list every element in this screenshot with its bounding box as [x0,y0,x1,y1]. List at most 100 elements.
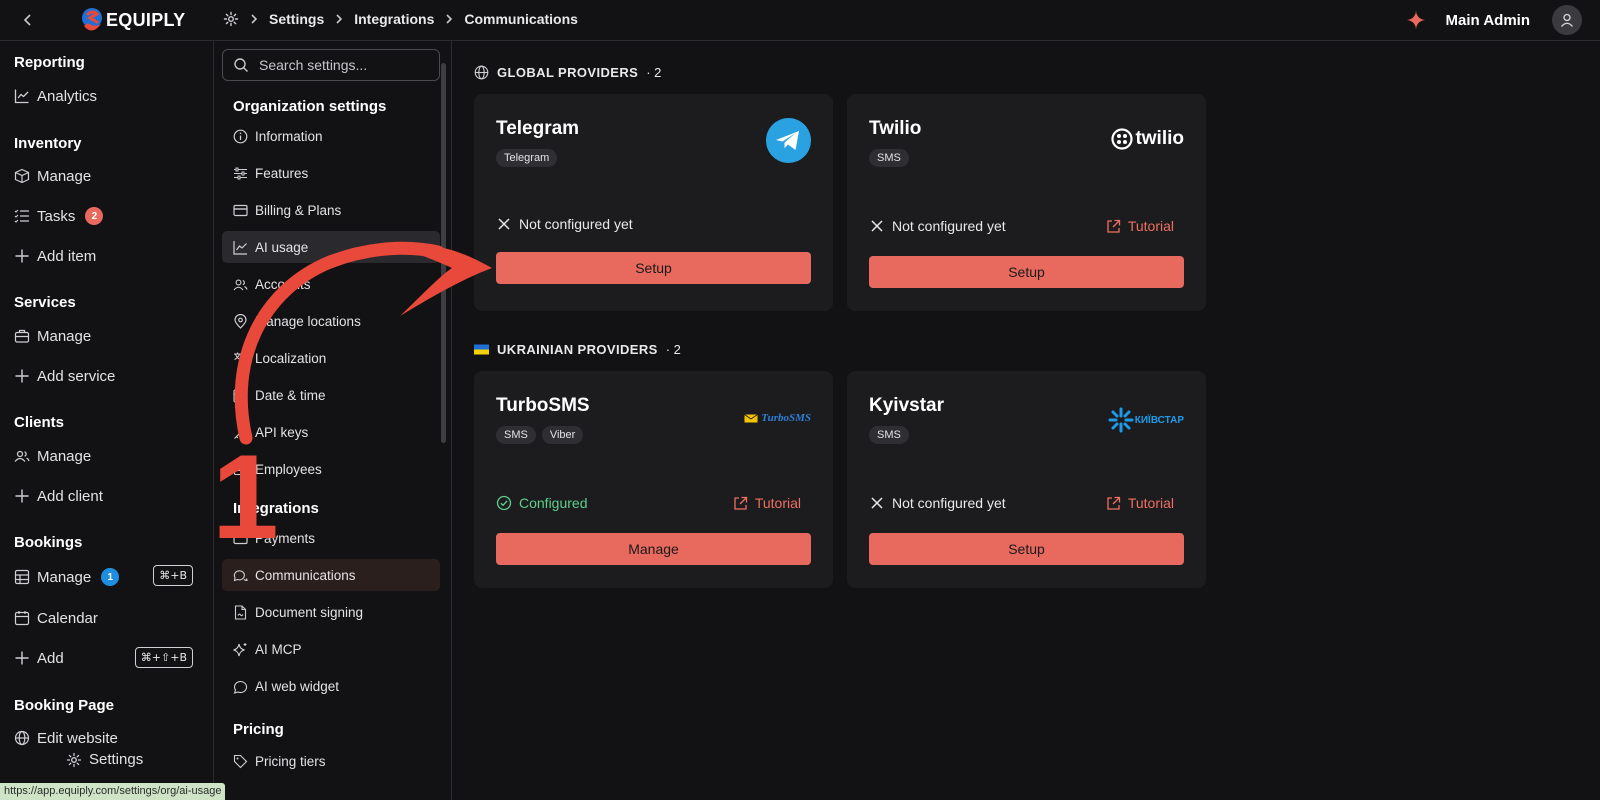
sidebar-item-analytics[interactable]: Analytics [14,85,97,107]
sidebar-item-add-client[interactable]: Add client [14,485,103,507]
settings-scrollbar[interactable] [441,63,446,443]
section-services: Services [14,294,76,311]
telegram-logo-icon [766,118,811,163]
settings-item-payments[interactable]: Payments [222,522,440,554]
kyivstar-logo-text: КИЇВСТАР [1134,414,1184,426]
setup-button[interactable]: Setup [496,252,811,284]
kyivstar-star-icon [1108,407,1134,433]
configuration-status: Not configured yet [869,495,1006,511]
box-icon [14,168,30,184]
settings-item-ai-usage[interactable]: AI usage [222,231,440,263]
breadcrumb-communications: Communications [464,11,578,27]
user-name[interactable]: Main Admin [1446,12,1530,29]
translate-icon [233,351,248,366]
settings-item-api-keys[interactable]: API keys [222,416,440,448]
kyivstar-logo: КИЇВСТАР [1108,407,1184,433]
settings-item-manage-locations[interactable]: Manage locations [222,305,440,337]
settings-item-label: Date & time [255,387,326,403]
provider-card-telegram: Telegram Telegram Not configured yet Set… [474,94,833,311]
back-arrow-icon[interactable] [18,10,38,30]
settings-item-information[interactable]: Information [222,120,440,152]
sidebar-item-label: Calendar [37,609,98,627]
settings-item-ai-web-widget[interactable]: AI web widget [222,670,440,702]
tutorial-link[interactable]: Tutorial [1106,218,1174,234]
twilio-logo: twilio [1111,128,1184,150]
tutorial-label: Tutorial [1127,495,1174,511]
sidebar-item-tasks[interactable]: Tasks 2 [14,205,104,227]
settings-item-billing[interactable]: Billing & Plans [222,194,440,226]
section-clients: Clients [14,414,65,431]
credit-card-icon [233,531,248,546]
provider-name: Telegram [496,118,580,139]
calendar-icon [14,610,30,626]
breadcrumb-integrations[interactable]: Integrations [354,11,434,27]
setup-button[interactable]: Setup [869,256,1184,288]
info-icon [233,129,248,144]
tutorial-link[interactable]: Tutorial [1106,495,1174,511]
provider-name: TurboSMS [496,395,590,416]
settings-item-accounts[interactable]: Accounts [222,268,440,300]
settings-item-label: Document signing [255,604,364,620]
settings-item-date-time[interactable]: Date & time [222,379,440,411]
settings-item-label: AI MCP [255,641,302,657]
sidebar-item-add-item[interactable]: Add item [14,245,96,267]
sidebar-item-inventory-manage[interactable]: Manage [14,165,91,187]
ai-sparkle-icon[interactable] [1406,10,1426,30]
tutorial-link[interactable]: Tutorial [733,495,801,511]
sidebar-item-edit-website[interactable]: Edit website [14,727,118,749]
manage-button[interactable]: Manage [496,533,811,565]
settings-item-communications[interactable]: Communications [222,559,440,591]
close-x-icon [496,216,512,232]
settings-item-employees[interactable]: Employees [222,453,440,485]
settings-item-label: Features [255,165,309,181]
breadcrumb-settings[interactable]: Settings [269,11,324,27]
sliders-icon [233,166,248,181]
ukraine-flag-icon [474,342,489,357]
user-avatar-icon[interactable] [1552,5,1582,35]
sidebar-item-services-manage[interactable]: Manage [14,325,91,347]
tutorial-label: Tutorial [754,495,801,511]
equiply-logo-icon [82,8,102,31]
sidebar-item-label: Manage [37,327,92,345]
shortcut-hint: ⌘+⇧+B [134,647,193,668]
group-count: · 2 [665,342,681,357]
sidebar-item-clients-manage[interactable]: Manage [14,445,91,467]
settings-item-label: Billing & Plans [255,202,342,218]
sidebar-item-calendar[interactable]: Calendar [14,607,98,629]
settings-item-document-signing[interactable]: Document signing [222,596,440,628]
sidebar-item-label: Settings [89,751,144,768]
external-link-icon [1106,496,1121,511]
search-input[interactable] [259,57,429,73]
task-list-icon [14,208,30,224]
settings-search[interactable] [222,49,440,81]
status-text: Configured [519,495,588,511]
external-link-icon [733,496,748,511]
provider-name: Kyivstar [869,395,944,416]
sidebar-item-label: Add client [37,487,103,505]
turbosms-logo: TurboSMS [744,412,811,424]
provider-tags: SMS Viber [496,426,584,444]
logo-text: EQUIPLY [106,9,186,30]
sidebar-item-add-booking[interactable]: Add [14,647,64,669]
settings-item-pricing-tiers[interactable]: Pricing tiers [222,745,440,777]
section-bookings: Bookings [14,534,83,551]
settings-item-localization[interactable]: Localization [222,342,440,374]
provider-tags: Telegram [496,149,558,167]
sidebar-item-add-service[interactable]: Add service [14,365,115,387]
status-url-tooltip: https://app.equiply.com/settings/org/ai-… [0,783,226,800]
settings-gear-icon[interactable] [223,11,239,27]
gear-icon [66,752,82,768]
setup-button[interactable]: Setup [869,533,1184,565]
settings-item-features[interactable]: Features [222,157,440,189]
settings-sidebar: Organization settings Information Featur… [214,41,452,800]
equiply-logo[interactable]: EQUIPLY [79,6,185,34]
sidebar-item-settings[interactable]: Settings [66,751,143,768]
sidebar-item-label: Analytics [37,87,98,105]
settings-item-label: Accounts [255,276,311,292]
settings-item-ai-mcp[interactable]: AI MCP [222,633,440,665]
close-x-icon [869,495,885,511]
sidebar-item-label: Edit website [37,729,118,747]
sidebar-item-label: Tasks [37,207,76,225]
close-x-icon [869,218,885,234]
plus-icon [14,488,30,504]
